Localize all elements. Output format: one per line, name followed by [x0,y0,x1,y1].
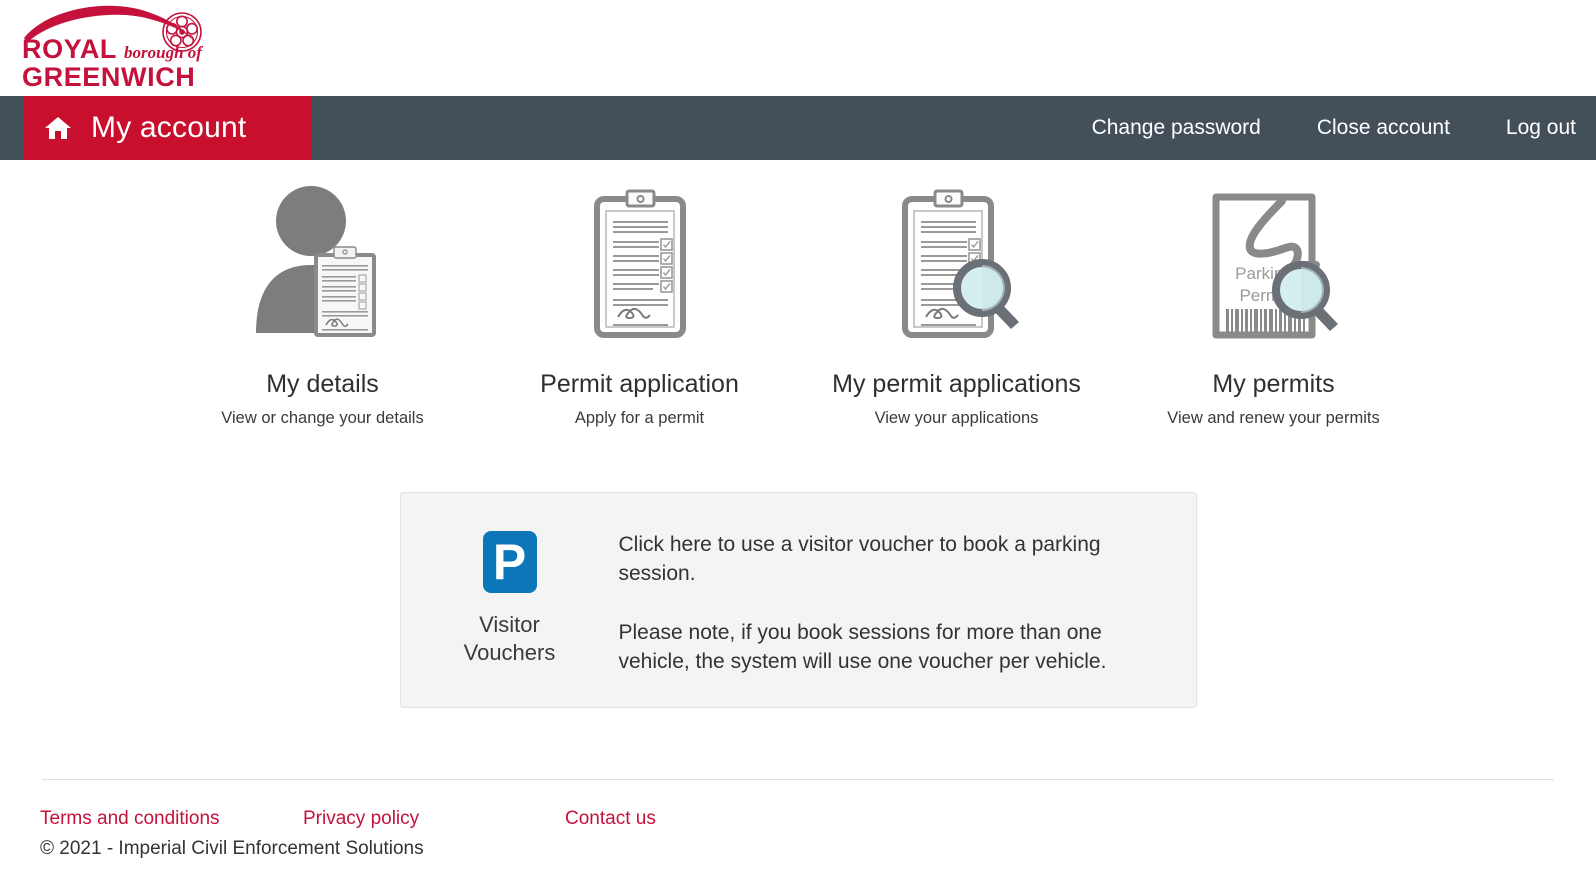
tile-title: My details [266,370,379,398]
footer-links: Terms and conditions Privacy policy Cont… [40,808,1556,830]
tile-subtitle: View or change your details [221,409,424,427]
visitor-vouchers-text: Click here to use a visitor voucher to b… [619,531,1196,677]
nav-link-close-account[interactable]: Close account [1289,116,1478,140]
voucher-paragraph-1: Click here to use a visitor voucher to b… [618,533,1101,585]
footer-link-contact-us[interactable]: Contact us [565,808,656,830]
visitor-vouchers-label-line2: Vouchers [463,639,556,665]
footer-link-terms-and-conditions[interactable]: Terms and conditions [40,808,303,830]
visitor-vouchers-label-line1: Visitor [479,612,540,637]
clipboard-checklist-magnifier-icon [798,182,1115,342]
tile-my-permit-applications[interactable]: My permit applications View your applica… [798,182,1115,428]
logo-text-greenwich: GREENWICH [22,62,196,92]
logo-text-royal: ROYAL [22,34,118,64]
visitor-vouchers-icon-block: P Visitor Vouchers [401,531,619,677]
footer-link-privacy-policy[interactable]: Privacy policy [303,808,565,830]
tile-permit-application[interactable]: Permit application Apply for a permit [481,182,798,428]
tile-my-details[interactable]: My details View or change your details [164,182,481,428]
footer-divider [42,779,1554,780]
nav-link-log-out[interactable]: Log out [1478,116,1596,140]
tile-title: Permit application [540,370,739,398]
person-with-clipboard-icon [164,182,481,342]
nav-title: My account [91,111,247,144]
voucher-panel-wrap: P Visitor Vouchers Click here to use a v… [0,492,1596,708]
home-icon [43,113,73,143]
tile-title: My permit applications [832,370,1081,398]
logo-wordmark: ROYAL borough of GREENWICH [22,36,222,91]
main-navbar: My account Change password Close account… [0,96,1596,160]
logo-text-borough-of: borough of [124,43,202,62]
tile-my-permits[interactable]: Parking Permit My permits View and renew… [1115,182,1432,428]
nav-link-change-password[interactable]: Change password [1064,116,1289,140]
nav-home-my-account[interactable]: My account [23,96,312,160]
footer-copyright: © 2021 - Imperial Civil Enforcement Solu… [40,838,424,859]
account-tiles: My details View or change your details P… [0,160,1596,428]
page-footer: Terms and conditions Privacy policy Cont… [0,779,1596,888]
parking-p-icon: P [482,531,537,593]
nav-links: Change password Close account Log out [1064,96,1596,160]
visitor-vouchers-panel[interactable]: P Visitor Vouchers Click here to use a v… [399,492,1197,708]
tile-subtitle: View and renew your permits [1167,409,1380,427]
visitor-vouchers-label: Visitor Vouchers [464,611,556,666]
logo-band: ROYAL borough of GREENWICH [0,0,1596,96]
tile-subtitle: View your applications [874,409,1039,427]
tile-subtitle: Apply for a permit [574,409,705,427]
tile-title: My permits [1212,370,1335,398]
parking-permit-magnifier-icon: Parking Permit [1115,182,1432,342]
voucher-paragraph-2: Please note, if you book sessions for mo… [618,620,1107,673]
clipboard-checklist-icon [481,182,798,342]
